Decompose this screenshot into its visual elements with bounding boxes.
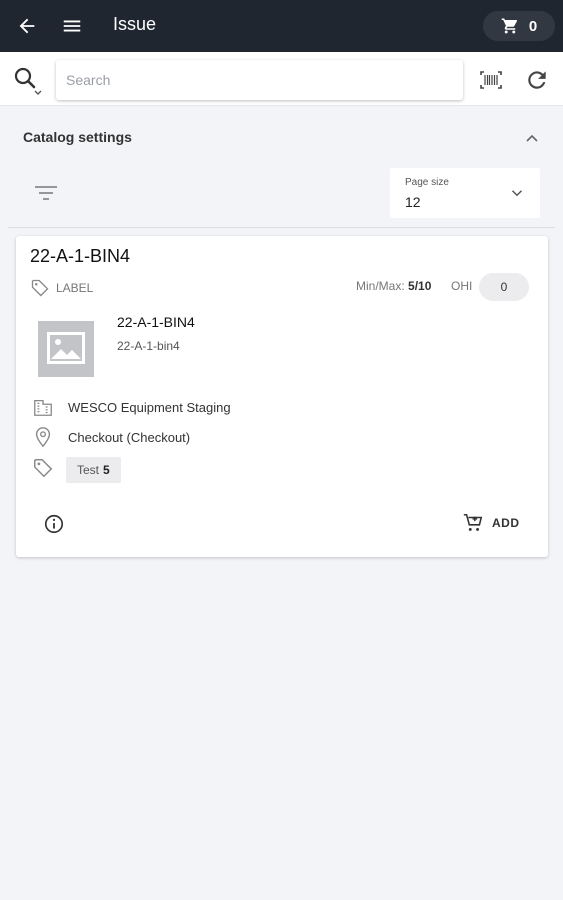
item-card-title: 22-A-1-BIN4 (30, 246, 131, 266)
hamburger-menu-icon (63, 20, 81, 32)
chevron-down-icon (511, 190, 523, 197)
location-row: Checkout (Checkout) (32, 426, 190, 448)
app-bar: Issue 0 (0, 0, 563, 52)
back-button[interactable] (9, 8, 45, 44)
refresh-icon (528, 71, 546, 89)
chevron-up-icon (526, 134, 538, 142)
collapse-button[interactable] (520, 127, 544, 151)
tag-chip-count: 5 (103, 463, 110, 477)
search-input[interactable] (56, 60, 463, 100)
menu-button[interactable] (54, 8, 90, 44)
catalog-settings-section: Catalog settings Page size 12 (0, 107, 563, 229)
site-name: WESCO Equipment Staging (68, 399, 231, 415)
barcode-scan-button[interactable] (478, 67, 504, 93)
arrow-left-icon (19, 18, 35, 34)
tag-chip[interactable]: Test 5 (66, 457, 121, 483)
item-image-placeholder (38, 321, 94, 377)
min-max-value: 5/10 (408, 279, 432, 293)
add-label: ADD (492, 516, 520, 530)
cart-icon (501, 18, 517, 34)
cart-count: 0 (528, 17, 538, 35)
info-icon (44, 514, 64, 534)
page-size-label: Page size (405, 177, 449, 188)
ohi-quantity[interactable]: 0 (479, 273, 529, 301)
item-card[interactable]: 22-A-1-BIN4 LABEL Min/Max: 5/10 OHI 0 22… (16, 236, 548, 557)
image-icon (47, 332, 85, 364)
barcode-scan-icon (480, 71, 502, 89)
ohi-label: OHI (451, 279, 473, 293)
add-to-cart-button[interactable]: ADD (456, 509, 526, 537)
min-max: Min/Max: 5/10 (356, 279, 431, 293)
filter-button[interactable] (32, 182, 60, 204)
tag-icon (31, 279, 49, 297)
label-tag-text: LABEL (56, 281, 94, 295)
tag-icon (34, 459, 53, 478)
refresh-button[interactable] (524, 66, 550, 94)
location-name: Checkout (Checkout) (68, 429, 191, 445)
tag-chip-name: Test (77, 463, 100, 477)
item-code: 22-A-1-bin4 (117, 339, 180, 353)
search-scope-button[interactable] (12, 65, 46, 97)
page-size-value: 12 (405, 194, 421, 210)
search-icon (14, 67, 42, 95)
min-max-label: Min/Max: (356, 279, 405, 293)
label-tag: LABEL (30, 278, 93, 298)
page-title: Issue (113, 14, 157, 34)
page-size-select[interactable]: Page size 12 (390, 168, 540, 218)
add-cart-icon (463, 513, 483, 531)
section-divider (8, 227, 555, 228)
search-bar (0, 52, 563, 106)
location-pin-icon (35, 427, 51, 448)
tag-row (32, 457, 54, 479)
info-button[interactable] (43, 513, 65, 535)
cart-button[interactable]: 0 (483, 11, 555, 41)
building-icon (34, 399, 52, 416)
site-row: WESCO Equipment Staging (32, 396, 231, 418)
item-name: 22-A-1-BIN4 (117, 314, 195, 330)
catalog-settings-title: Catalog settings (23, 129, 132, 145)
filter-icon (35, 186, 57, 200)
